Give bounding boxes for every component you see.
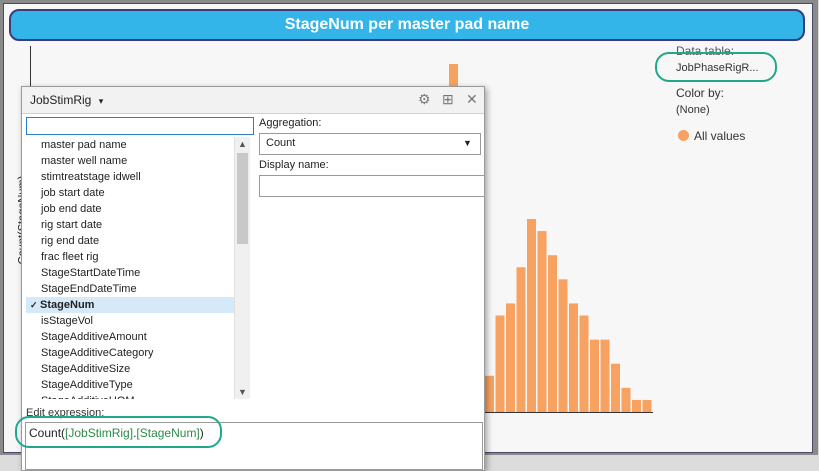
column-list-item[interactable]: master well name — [26, 153, 234, 169]
column-list-item[interactable]: job start date — [26, 185, 234, 201]
aggregation-value: Count — [266, 137, 296, 149]
aggregation-select[interactable]: Count ▼ — [259, 133, 481, 155]
aggregation-label: Aggregation: — [259, 117, 322, 129]
column-name: rig end date — [41, 235, 100, 247]
column-name: StageAdditiveAmount — [41, 331, 147, 343]
chart-title: StageNum per master pad name — [9, 9, 805, 41]
legend-item-all-values[interactable]: All values — [678, 129, 745, 143]
column-name: master well name — [41, 155, 128, 167]
data-table-name: JobStimRig — [30, 93, 92, 107]
column-list-item[interactable]: rig end date — [26, 233, 234, 249]
column-name: job end date — [41, 203, 102, 215]
column-list-item[interactable]: StageAdditiveAmount — [26, 329, 234, 345]
y-axis-line — [30, 46, 31, 88]
column-name: frac fleet rig — [41, 251, 99, 263]
column-list-item[interactable]: StageAdditiveType — [26, 377, 234, 393]
column-name: StageAdditiveCategory — [41, 347, 154, 359]
x-axis-line — [483, 412, 653, 413]
column-name: StageEndDateTime — [41, 283, 137, 295]
scroll-thumb[interactable] — [237, 153, 248, 244]
column-list-item[interactable]: StageEndDateTime — [26, 281, 234, 297]
column-search-input[interactable] — [26, 117, 254, 135]
column-name: StageAdditiveType — [41, 379, 133, 391]
column-name: master pad name — [41, 139, 127, 151]
data-table-dropdown[interactable]: JobStimRig ▾ — [30, 93, 103, 107]
scroll-down-icon[interactable]: ▼ — [235, 385, 250, 399]
gear-icon[interactable]: ⚙ — [418, 91, 431, 107]
column-list-item[interactable]: StageAdditiveSize — [26, 361, 234, 377]
legend-item-label: All values — [694, 129, 746, 143]
column-name: StageNum — [40, 299, 95, 311]
column-name: isStageVol — [41, 315, 93, 327]
column-list-item[interactable]: frac fleet rig — [26, 249, 234, 265]
column-list-item[interactable]: master pad name — [26, 137, 234, 153]
display-name-label: Display name: — [259, 159, 329, 171]
column-name: stimtreatstage idwell — [41, 171, 141, 183]
dialog-header: JobStimRig ▾ ⚙ ⊞ ✕ — [22, 87, 484, 114]
column-list-item[interactable]: StageStartDateTime — [26, 265, 234, 281]
column-list-item[interactable]: ✓ StageNum — [26, 297, 234, 313]
column-list-item[interactable]: StageAdditiveUOM — [26, 393, 234, 399]
legend-swatch — [678, 130, 689, 141]
color-by-label: Color by: — [676, 86, 725, 100]
column-name: job start date — [41, 187, 105, 199]
column-name: rig start date — [41, 219, 103, 231]
column-name: StageStartDateTime — [41, 267, 141, 279]
display-name-input[interactable] — [259, 175, 485, 197]
column-selector-dialog: JobStimRig ▾ ⚙ ⊞ ✕ master pad name master… — [21, 86, 485, 471]
data-table-highlight-ellipse — [655, 52, 777, 82]
check-icon: ✓ — [30, 300, 41, 310]
popout-icon[interactable]: ⊞ — [442, 91, 454, 107]
column-list-item[interactable]: stimtreatstage idwell — [26, 169, 234, 185]
scroll-up-icon[interactable]: ▲ — [235, 137, 250, 151]
expression-highlight-ellipse — [15, 416, 222, 448]
column-list-item[interactable]: StageAdditiveCategory — [26, 345, 234, 361]
chevron-down-icon: ▼ — [463, 138, 472, 148]
column-list-item[interactable]: isStageVol — [26, 313, 234, 329]
chevron-down-icon: ▾ — [98, 96, 104, 106]
close-icon[interactable]: ✕ — [466, 91, 478, 107]
column-list-item[interactable]: rig start date — [26, 217, 234, 233]
column-list: master pad name master well name stimtreat… — [26, 137, 234, 399]
column-list-item[interactable]: job end date — [26, 201, 234, 217]
column-name: StageAdditiveUOM — [41, 395, 135, 399]
column-name: StageAdditiveSize — [41, 363, 131, 375]
color-by-value[interactable]: (None) — [676, 104, 710, 116]
column-list-scrollbar[interactable]: ▲ ▼ — [234, 137, 250, 399]
